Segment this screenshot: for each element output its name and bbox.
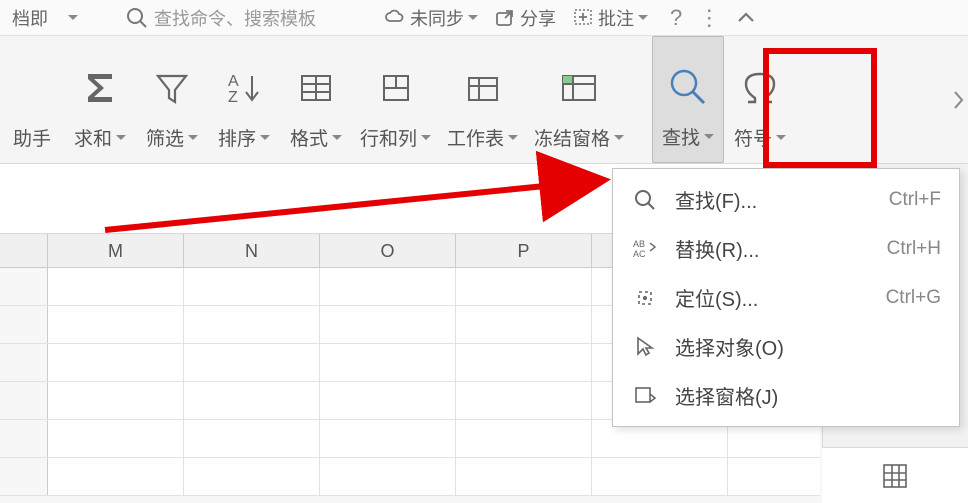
- replace-icon: ABAC: [631, 235, 659, 263]
- assistant-icon: [8, 64, 56, 112]
- cloud-icon: [384, 7, 406, 29]
- pane-icon: [631, 382, 659, 410]
- chevron-right-icon: [952, 88, 966, 112]
- search-icon: [664, 63, 712, 111]
- omega-icon: [736, 64, 784, 112]
- svg-text:A: A: [228, 73, 239, 90]
- rowcol-icon: [372, 64, 420, 112]
- search-placeholder: 查找命令、搜索模板: [154, 5, 316, 31]
- collapse-ribbon[interactable]: [736, 8, 756, 28]
- svg-text:Z: Z: [228, 89, 238, 106]
- rowcol-button[interactable]: 行和列: [352, 36, 439, 163]
- menu-select-pane[interactable]: 选择窗格(J): [613, 371, 959, 420]
- format-icon: [292, 64, 340, 112]
- share-button[interactable]: 分享: [494, 5, 556, 31]
- grid-icon[interactable]: [881, 462, 909, 490]
- col-header[interactable]: P: [456, 234, 592, 267]
- more-button[interactable]: ⋮: [698, 5, 720, 31]
- worksheet-icon: [459, 64, 507, 112]
- menu-replace[interactable]: ABAC 替换(R)... Ctrl+H: [613, 224, 959, 273]
- sort-button[interactable]: AZ 排序: [208, 36, 280, 163]
- shortcut: Ctrl+F: [889, 189, 941, 211]
- ribbon: 助手 求和 筛选 AZ 排序 格式 行和列 工作表: [0, 36, 968, 164]
- symbol-button[interactable]: 符号: [724, 36, 796, 163]
- task-pane-footer: [822, 447, 968, 503]
- annotate-icon: [572, 7, 594, 29]
- sum-button[interactable]: 求和: [64, 36, 136, 163]
- ribbon-scroll-right[interactable]: [952, 88, 966, 112]
- col-header[interactable]: M: [48, 234, 184, 267]
- worksheet-button[interactable]: 工作表: [439, 36, 526, 163]
- svg-text:AC: AC: [633, 249, 646, 259]
- assistant-button[interactable]: 助手: [0, 36, 64, 163]
- sort-icon: AZ: [220, 64, 268, 112]
- find-button[interactable]: 查找: [652, 36, 724, 163]
- target-icon: [631, 284, 659, 312]
- col-header[interactable]: O: [320, 234, 456, 267]
- help-button[interactable]: ?: [670, 5, 682, 31]
- sigma-icon: [76, 64, 124, 112]
- chevron-up-icon: [736, 8, 756, 28]
- share-icon: [494, 7, 516, 29]
- cursor-icon: [631, 333, 659, 361]
- shortcut: Ctrl+H: [887, 238, 941, 260]
- table-row: [0, 458, 820, 496]
- menu-goto[interactable]: 定位(S)... Ctrl+G: [613, 273, 959, 322]
- search-icon: [631, 186, 659, 214]
- find-dropdown-menu: 查找(F)... Ctrl+F ABAC 替换(R)... Ctrl+H 定位(…: [612, 168, 960, 427]
- menu-select-objects[interactable]: 选择对象(O): [613, 322, 959, 371]
- svg-text:AB: AB: [633, 239, 645, 249]
- corner-cell[interactable]: [0, 234, 48, 267]
- annotate-button[interactable]: 批注: [572, 5, 648, 31]
- freeze-button[interactable]: 冻结窗格: [526, 36, 632, 163]
- col-header[interactable]: N: [184, 234, 320, 267]
- menu-find[interactable]: 查找(F)... Ctrl+F: [613, 175, 959, 224]
- shortcut: Ctrl+G: [886, 287, 941, 309]
- funnel-icon: [148, 64, 196, 112]
- tab-dropdown-icon[interactable]: [64, 15, 78, 20]
- freeze-icon: [555, 64, 603, 112]
- filter-button[interactable]: 筛选: [136, 36, 208, 163]
- search-box[interactable]: 查找命令、搜索模板: [126, 5, 316, 31]
- top-bar: 档即 查找命令、搜索模板 未同步 分享 批注 ? ⋮: [0, 0, 968, 36]
- search-icon: [126, 7, 148, 29]
- format-button[interactable]: 格式: [280, 36, 352, 163]
- sync-button[interactable]: 未同步: [384, 5, 478, 31]
- doc-name-fragment: 档即: [12, 5, 48, 31]
